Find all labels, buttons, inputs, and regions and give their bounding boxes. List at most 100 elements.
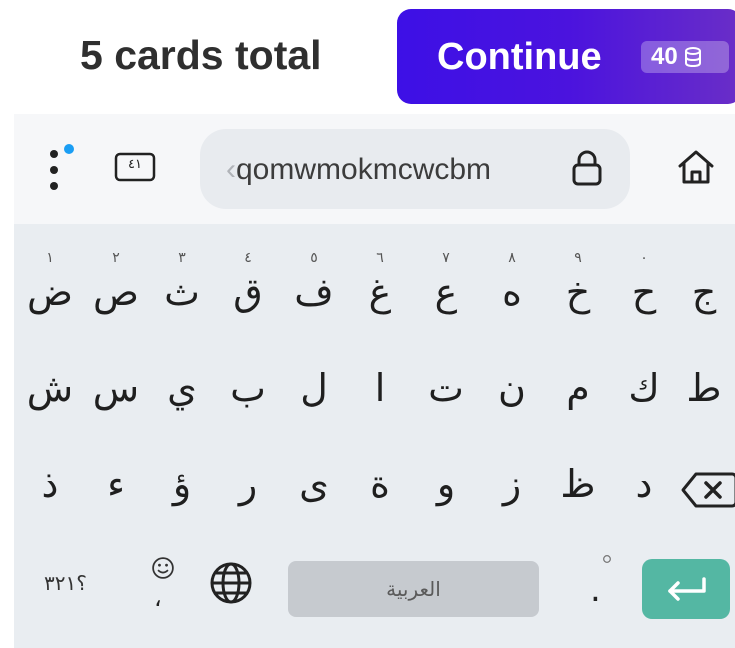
key[interactable]: ا [350, 364, 410, 412]
cards-total-label: 5 cards total [80, 32, 322, 78]
space-bar[interactable]: العربية [288, 561, 539, 617]
key[interactable]: ٠ح [614, 250, 674, 316]
key-label: و [436, 462, 456, 506]
key[interactable]: ش [20, 364, 80, 412]
key-hint: ٥ [310, 250, 318, 266]
key[interactable]: م [548, 364, 608, 412]
key-hint: ٤ [244, 250, 252, 266]
key[interactable]: ٧ع [416, 250, 476, 316]
key[interactable]: ل [284, 364, 344, 412]
key-hint: ٠ [640, 250, 648, 266]
key[interactable]: ٣ث [152, 250, 212, 316]
key-hint: ٢ [112, 250, 120, 266]
key-label: ك [628, 366, 660, 410]
key-hint: ٣ [178, 250, 186, 266]
key-label: ث [164, 270, 200, 314]
key[interactable]: ٦غ [350, 250, 410, 316]
key[interactable]: ٢ص [86, 250, 146, 316]
keyboard-toolbar: ٤١ ‹qomwmokmcwcbm [14, 114, 735, 224]
symbols-key[interactable]: ؟٣٢١ [44, 571, 87, 595]
space-label: العربية [386, 577, 441, 601]
key-label: ء [107, 462, 125, 506]
lock-icon [572, 150, 602, 186]
key[interactable]: د [614, 460, 674, 508]
menu-icon[interactable] [44, 148, 64, 192]
key[interactable]: ء [86, 460, 146, 508]
key[interactable]: ي [152, 364, 212, 412]
key-label: ز [502, 462, 522, 506]
key[interactable]: ر [218, 460, 278, 508]
key-label: ع [434, 270, 458, 314]
key-label: ي [167, 366, 197, 410]
key[interactable]: ٤ق [218, 250, 278, 316]
key-label: ت [428, 366, 464, 410]
key-hint: ٦ [376, 250, 384, 266]
key-label: ا [374, 366, 386, 410]
key[interactable]: ذ [20, 460, 80, 508]
key-label: م [566, 366, 590, 410]
top-bar: 5 cards total Continue 40 [0, 0, 735, 112]
degree-hint-icon [603, 555, 611, 563]
key-label: ج [691, 270, 717, 314]
key[interactable]: ى [284, 460, 344, 508]
key[interactable]: ؤ [152, 460, 212, 508]
comma-label: ، [154, 584, 162, 612]
coin-icon [684, 47, 701, 68]
key-label: ف [294, 270, 334, 314]
key[interactable]: س [86, 364, 146, 412]
key-hint: ٧ [442, 250, 450, 266]
key[interactable]: ٩خ [548, 250, 608, 316]
key-label: ش [26, 366, 74, 410]
key-label: خ [565, 270, 591, 314]
key-label: ؤ [172, 462, 192, 506]
key-label: س [92, 366, 140, 410]
key-label: ط [686, 366, 722, 410]
key[interactable]: ة [350, 460, 410, 508]
key[interactable]: ب [218, 364, 278, 412]
key[interactable]: ن [482, 364, 542, 412]
key-label: ن [498, 366, 526, 410]
key-label: ل [300, 366, 328, 410]
key[interactable]: ت [416, 364, 476, 412]
numeric-keypad-icon[interactable]: ٤١ [114, 152, 156, 182]
key-label: ى [299, 462, 329, 506]
enter-icon [668, 577, 706, 601]
key[interactable]: ١ض [20, 250, 80, 316]
backspace-icon[interactable] [680, 471, 735, 509]
key-label: ر [238, 462, 258, 506]
globe-icon[interactable] [208, 560, 254, 606]
key[interactable]: ط [674, 364, 734, 412]
key-label: ب [230, 366, 266, 410]
numeric-keypad-label: ٤١ [128, 157, 142, 172]
key[interactable]: ج [674, 268, 734, 316]
key-label: ح [631, 270, 657, 314]
url-scroll-indicator: ‹ [226, 153, 236, 186]
enter-key[interactable] [642, 559, 730, 619]
emoji-icon [152, 557, 174, 579]
key-hint: ١ [46, 250, 54, 266]
url-bar[interactable]: ‹qomwmokmcwcbm [200, 129, 630, 209]
key-label: ص [93, 270, 139, 314]
key[interactable]: و [416, 460, 476, 508]
key-label: ض [27, 270, 73, 314]
key-label: ق [233, 270, 263, 314]
url-text: ‹qomwmokmcwcbm [226, 153, 491, 187]
key-label: ة [370, 462, 390, 506]
period-key[interactable]: . [580, 554, 620, 614]
home-icon[interactable] [676, 148, 716, 186]
key[interactable]: ٨ه [482, 250, 542, 316]
key[interactable]: ٥ف [284, 250, 344, 316]
keyboard: ١ض ٢ص ٣ث ٤ق ٥ف ٦غ ٧ع ٨ه ٩خ ٠ح ج ش س ي ب … [14, 224, 735, 648]
key[interactable]: ظ [548, 460, 608, 508]
continue-label: Continue [437, 36, 602, 78]
url-value: qomwmokmcwcbm [236, 153, 492, 186]
key-hint: ٨ [508, 250, 516, 266]
key[interactable]: ك [614, 364, 674, 412]
key-hint: ٩ [574, 250, 582, 266]
key-label: د [635, 462, 653, 506]
key-label: ظ [560, 462, 596, 506]
continue-button[interactable]: Continue 40 [397, 9, 735, 104]
key[interactable]: ز [482, 460, 542, 508]
emoji-key[interactable]: ، [146, 554, 180, 614]
key-label: ذ [41, 462, 59, 506]
